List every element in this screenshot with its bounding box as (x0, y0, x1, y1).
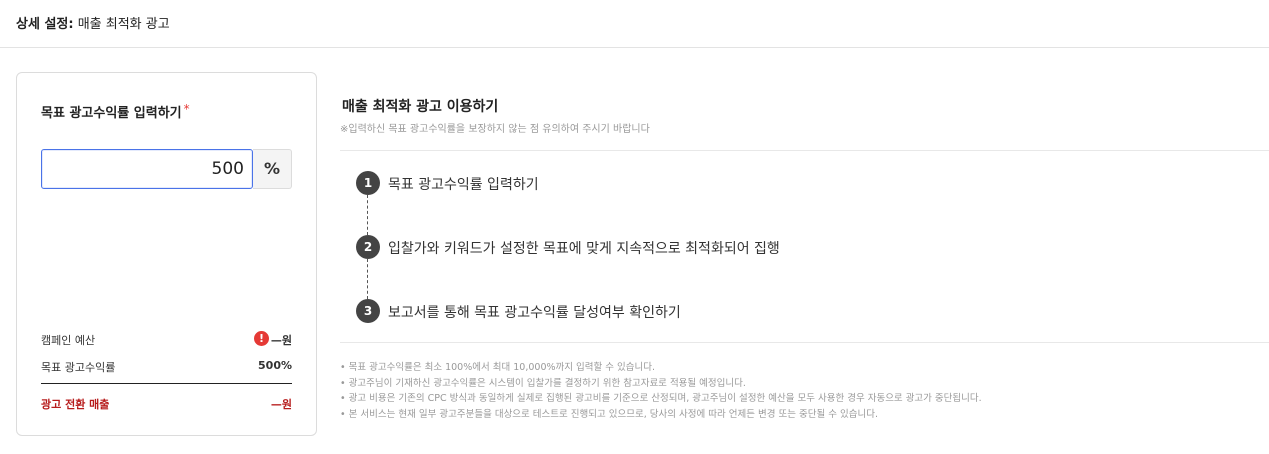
notice-item: • 광고주님이 기재하신 광고수익률은 시스템이 입찰가를 결정하기 위한 참고… (340, 377, 746, 389)
step-text: 보고서를 통해 목표 광고수익률 달성여부 확인하기 (388, 305, 681, 321)
campaign-budget-value: —원 (270, 334, 292, 347)
step-number-badge: 1 (356, 171, 380, 195)
target-roas-title: 목표 광고수익률 입력하기 * (41, 102, 190, 121)
target-roas-panel: 목표 광고수익률 입력하기* % 캠페인 예산 ! —원 목표 광고수익률 50… (16, 72, 317, 436)
step-connector (367, 195, 368, 235)
step-text: 입찰가와 키워드가 설정한 목표에 맞게 지속적으로 최적화되어 집행 (388, 241, 780, 257)
target-roas-input-group: % (41, 149, 292, 189)
target-roas-title-text: 목표 광고수익률 입력하기 (41, 106, 182, 121)
notice-item: • 목표 광고수익률은 최소 100%에서 최대 10,000%까지 입력할 수… (340, 362, 655, 373)
guide-subtitle: ※입력하신 목표 광고수익률을 보장하지 않는 점 유의하여 주시기 바랍니다 (340, 124, 650, 135)
step-connector (367, 259, 368, 299)
notice-list: • 목표 광고수익률은 최소 100%에서 최대 10,000%까지 입력할 수… (340, 360, 982, 422)
conversion-sales-row: 광고 전환 매출 —원 (41, 394, 292, 412)
alert-icon[interactable]: ! (254, 331, 269, 346)
guide-divider-bottom (340, 342, 1269, 343)
guide-section: 매출 최적화 광고 이용하기 ※입력하신 목표 광고수익률을 보장하지 않는 점… (340, 0, 1269, 454)
target-roas-row: 목표 광고수익률 500% (41, 357, 292, 375)
conversion-sales-label: 광고 전환 매출 (41, 398, 110, 411)
step-number-badge: 2 (356, 235, 380, 259)
step-number-badge: 3 (356, 299, 380, 323)
guide-title: 매출 최적화 광고 이용하기 (342, 99, 499, 115)
step-text: 목표 광고수익률 입력하기 (388, 177, 539, 193)
percent-unit-label: % (253, 149, 292, 189)
breadcrumb-page: 매출 최적화 광고 (73, 17, 170, 32)
notice-item: • 본 서비스는 현재 일부 광고주분들을 대상으로 테스트로 진행되고 있으므… (340, 408, 878, 420)
target-roas-label: 목표 광고수익률 (41, 361, 116, 374)
conversion-sales-value: —원 (270, 398, 292, 411)
target-roas-input[interactable] (41, 149, 253, 189)
summary-divider (41, 383, 292, 384)
breadcrumb: 상세 설정: 매출 최적화 광고 (16, 13, 170, 32)
breadcrumb-section: 상세 설정: (16, 17, 74, 32)
guide-divider-top (340, 150, 1269, 151)
campaign-budget-label: 캠페인 예산 (41, 334, 96, 347)
target-roas-value: 500% (258, 359, 292, 372)
required-mark: * (183, 102, 190, 116)
campaign-budget-row: 캠페인 예산 ! —원 (41, 330, 292, 348)
notice-item: • 광고 비용은 기존의 CPC 방식과 동일하게 실제로 집행된 광고비를 기… (340, 393, 982, 404)
